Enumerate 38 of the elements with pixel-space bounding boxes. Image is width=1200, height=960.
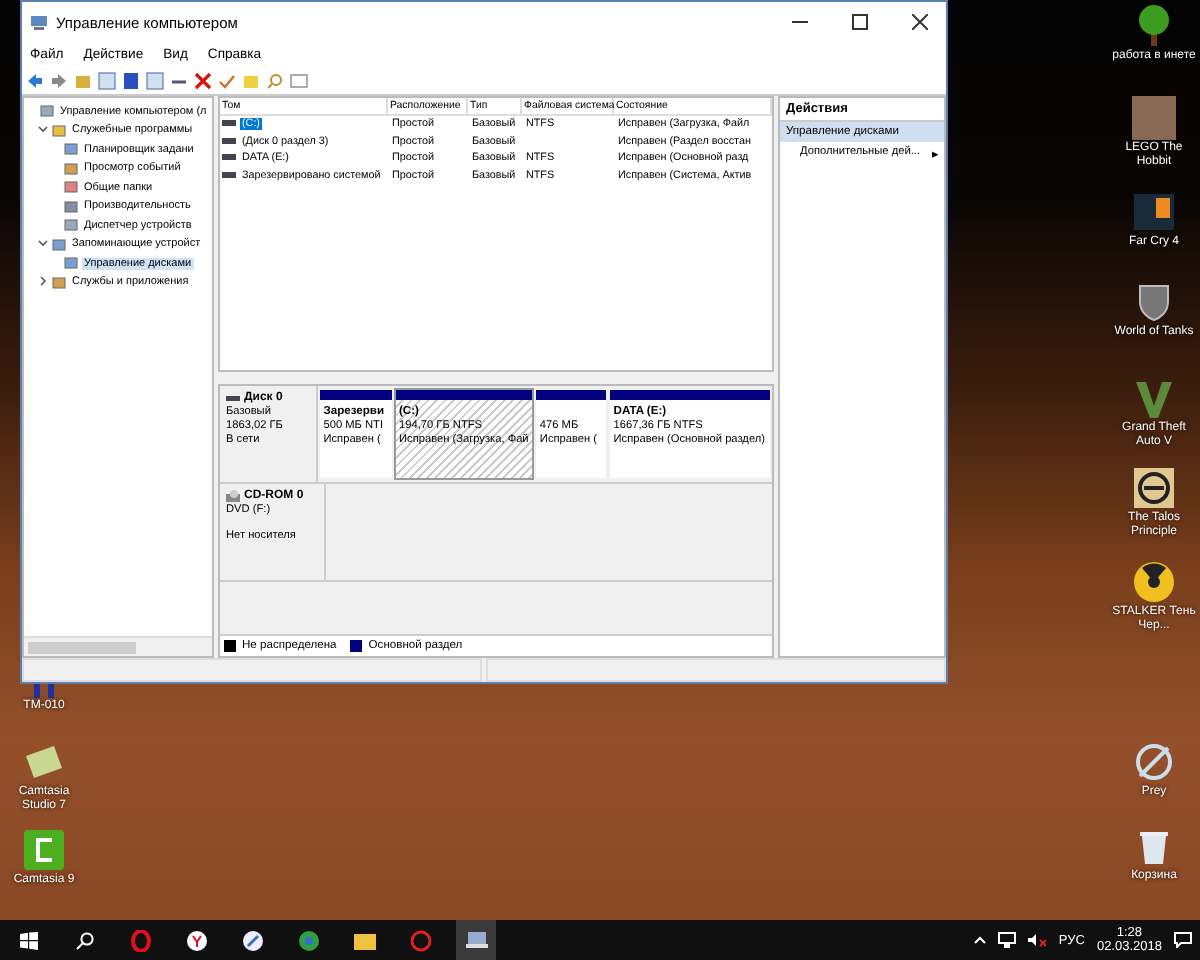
tree-node-icon: [64, 180, 78, 195]
computer-app-icon[interactable]: [456, 920, 496, 960]
chevron-down-icon[interactable]: [38, 123, 48, 134]
tree-node-icon: [64, 142, 78, 157]
notification-icon[interactable]: [1174, 932, 1192, 948]
close-icon: [912, 14, 928, 30]
tree-node-icon: [64, 161, 78, 176]
help-icon[interactable]: [122, 71, 140, 89]
search-icon: [75, 931, 93, 949]
delete-icon[interactable]: [194, 71, 212, 89]
letter-v-icon[interactable]: [1132, 376, 1176, 420]
game-logo-icon[interactable]: [1132, 190, 1176, 234]
network-icon[interactable]: [998, 932, 1017, 948]
back-arrow-icon[interactable]: [26, 71, 44, 89]
chevron-up-icon[interactable]: [974, 936, 987, 944]
computer-management-icon: [30, 13, 48, 31]
tree-node-icon: [64, 218, 78, 233]
tree-node-icon: [52, 275, 66, 290]
check-icon[interactable]: [218, 71, 236, 89]
circle-logo-icon[interactable]: [1132, 466, 1176, 510]
speaker-muted-icon[interactable]: [1028, 932, 1047, 948]
horizontal-scrollbar[interactable]: [24, 636, 212, 656]
radiation-icon[interactable]: [1132, 560, 1176, 604]
tree-node-icon: [52, 237, 66, 252]
crossed-circle-icon[interactable]: [1132, 740, 1176, 784]
letter-c-icon[interactable]: [22, 828, 66, 872]
chevron-down-icon[interactable]: [38, 237, 48, 248]
tile-icon[interactable]: [22, 740, 66, 784]
maximize-icon: [852, 14, 868, 30]
search-icon[interactable]: [266, 71, 284, 89]
forward-arrow-icon[interactable]: [50, 71, 68, 89]
tree-node-icon: [64, 256, 78, 271]
tree-node-icon: [40, 104, 54, 119]
cd-drive-icon: [226, 490, 240, 502]
tree-node-icon: [64, 199, 78, 214]
tree-node-icon: [52, 123, 66, 138]
windows-logo-icon: [19, 931, 37, 949]
chevron-right-icon[interactable]: [38, 275, 48, 286]
